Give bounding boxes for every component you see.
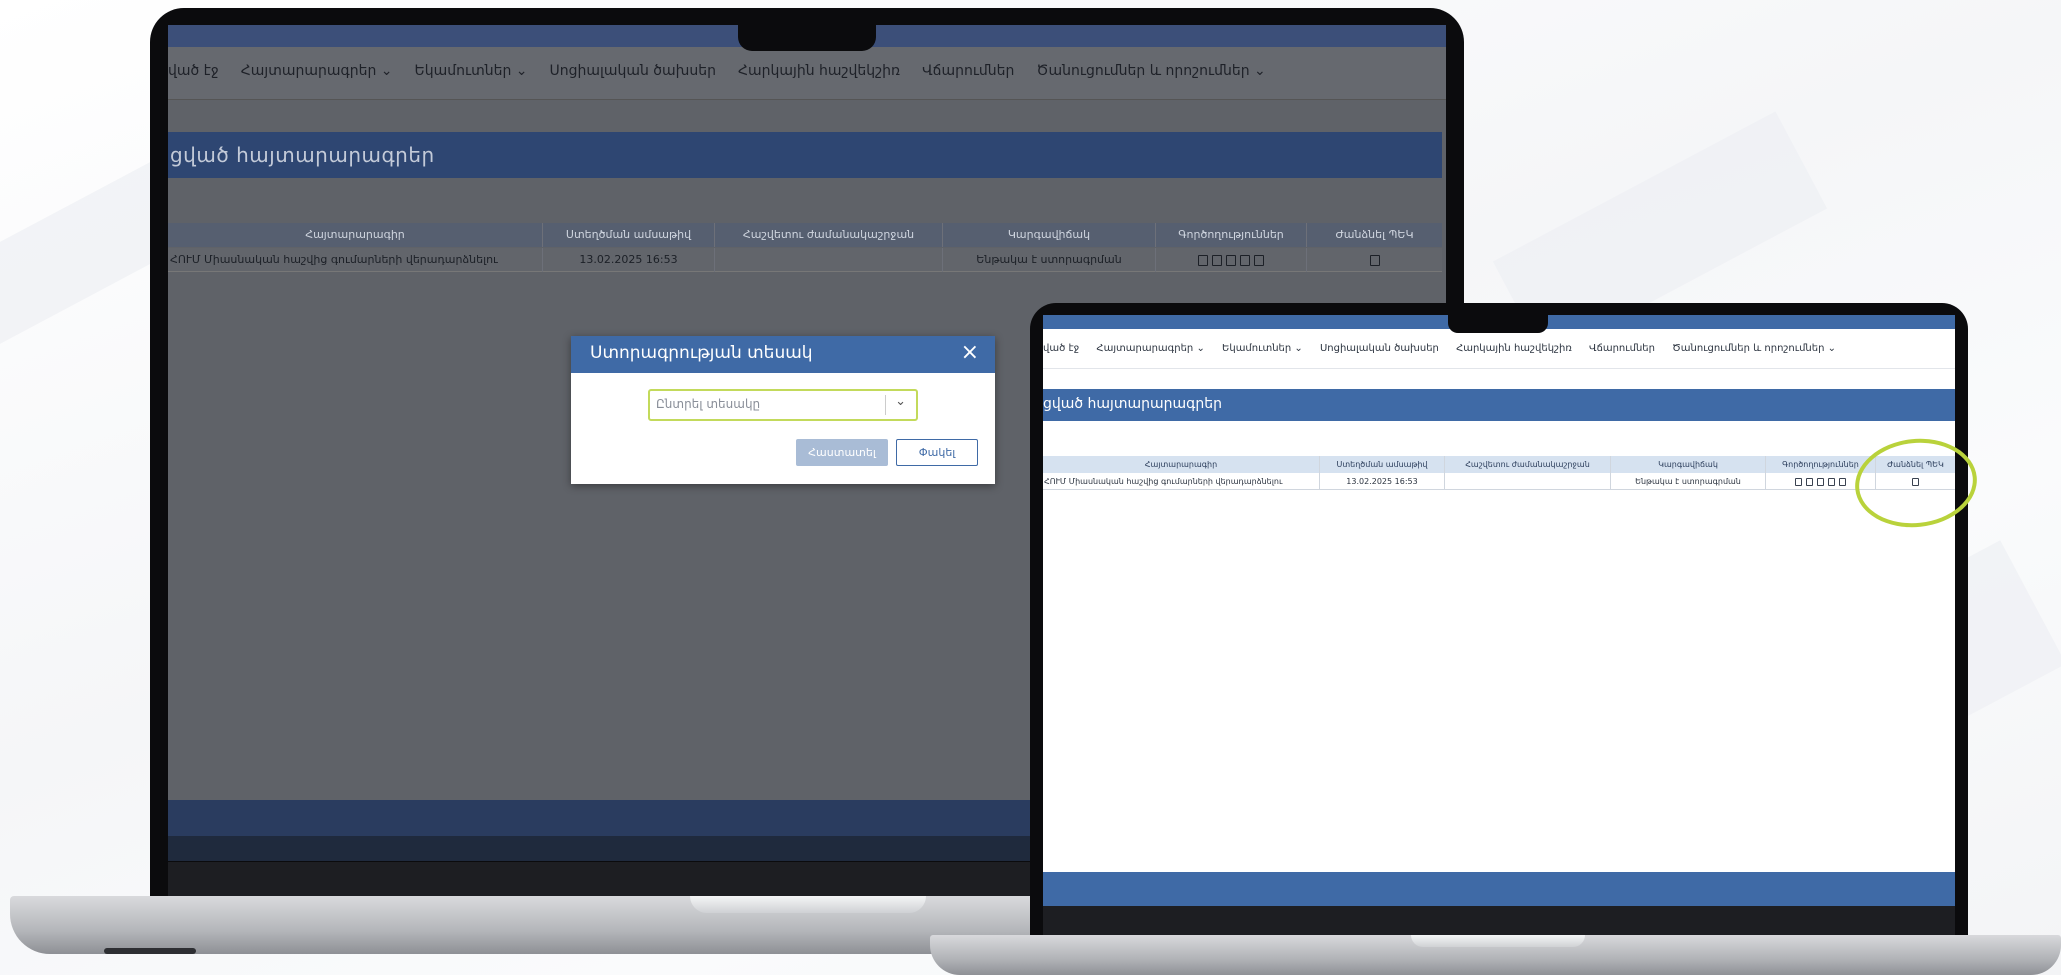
menu-item-home[interactable]: ված էջ: [168, 63, 219, 79]
col-created: Ստեղծման ամսաթիվ: [543, 223, 715, 247]
col-declaration: Հայտարարագիր: [168, 223, 543, 247]
signature-type-select[interactable]: Ընտրել տեսակը ⌄: [648, 389, 918, 421]
select-separator: [885, 395, 886, 415]
laptop-large-foot: [104, 948, 196, 954]
col-created: Ստեղծման ամսաթիվ: [1320, 456, 1445, 473]
chevron-down-icon: ⌄: [1196, 343, 1205, 354]
col-status: Կարգավիճակ: [943, 223, 1156, 247]
menu-item-payments[interactable]: Վճարումներ: [922, 63, 1014, 79]
menu-item-notifications[interactable]: Ծանուցումներ և որոշումներ ⌄: [1672, 343, 1836, 354]
modal-title: Ստորագրության տեսակ: [590, 343, 813, 363]
copy-icon[interactable]: [1839, 477, 1846, 486]
table-row[interactable]: ՀՈՒՄ Միասնական հաշվից գումարների վերադար…: [168, 248, 1442, 272]
chevron-down-icon: ⌄: [1254, 63, 1266, 79]
menu-item-home[interactable]: ված էջ: [1043, 343, 1079, 354]
col-declaration: Հայտարարագիր: [1043, 456, 1320, 473]
menu-item-income[interactable]: Եկամուտներ ⌄: [415, 63, 528, 79]
chevron-down-icon: ⌄: [1294, 343, 1303, 354]
chevron-down-icon: ⌄: [515, 63, 528, 79]
cell-created: 13.02.2025 16:53: [1320, 473, 1445, 490]
menu-item-declarations[interactable]: Հայտարարագրեր ⌄: [1096, 343, 1204, 354]
chevron-down-icon[interactable]: ⌄: [895, 394, 906, 409]
sign-icon[interactable]: [1240, 254, 1250, 266]
signature-type-modal: Ստորագրության տեսակ × Ընտրել տեսակը ⌄ Հա…: [571, 336, 995, 484]
cell-submit: [1307, 248, 1442, 272]
cell-status: Ենթակա է ստորագրման: [1611, 473, 1766, 490]
pdf-icon[interactable]: [1817, 477, 1824, 486]
col-actions: Գործողություններ: [1156, 223, 1307, 247]
cell-period: [715, 248, 943, 272]
menu-item-social-expenses[interactable]: Սոցիալական ծախսեր: [550, 63, 716, 79]
sign-icon[interactable]: [1828, 477, 1835, 486]
modal-header: Ստորագրության տեսակ ×: [571, 336, 995, 373]
pdf-icon[interactable]: [1226, 254, 1236, 266]
submit-document-icon[interactable]: [1369, 254, 1380, 266]
trash-icon[interactable]: [1212, 254, 1222, 266]
laptop-small-hinge: [1411, 935, 1585, 947]
table-header: Հայտարարագիր Ստեղծման ամսաթիվ Հաշվետու ժ…: [168, 223, 1442, 247]
screen-bottom-bezel: [1043, 906, 1955, 935]
table-row[interactable]: ՀՈՒՄ Միասնական հաշվից գումարների վերադար…: [1043, 473, 1955, 490]
menu-row: ված էջ Հայտարարագրեր ⌄ Եկամուտներ ⌄ Սոցի…: [168, 63, 1288, 79]
copy-icon[interactable]: [1254, 254, 1264, 266]
chevron-down-icon: ⌄: [1827, 343, 1837, 354]
col-period: Հաշվետու ժամանակաշրջան: [1445, 456, 1611, 473]
menu-item-social-expenses[interactable]: Սոցիալական ծախսեր: [1320, 343, 1439, 354]
menu-item-income[interactable]: Եկամուտներ ⌄: [1222, 343, 1303, 354]
page-title: ցված հայտարարագրեր: [168, 132, 1442, 178]
cell-declaration: ՀՈՒՄ Միասնական հաշվից գումարների վերադար…: [168, 248, 543, 272]
edit-icon[interactable]: [1198, 254, 1208, 266]
cancel-button[interactable]: Փակել: [896, 439, 978, 466]
cell-declaration: ՀՈՒՄ Միասնական հաշվից գումարների վերադար…: [1043, 473, 1320, 490]
trash-icon[interactable]: [1806, 477, 1813, 486]
confirm-button[interactable]: Հաստատել: [796, 439, 888, 466]
menu-row: ված էջ Հայտարարագրեր ⌄ Եկամուտներ ⌄ Սոցի…: [1043, 343, 1850, 354]
edit-icon[interactable]: [1795, 477, 1802, 486]
table-header: Հայտարարագիր Ստեղծման ամսաթիվ Հաշվետու ժ…: [1043, 456, 1955, 473]
menu-item-notifications[interactable]: Ծանուցումներ և որոշումներ ⌄: [1036, 63, 1265, 79]
close-icon[interactable]: ×: [961, 340, 979, 366]
col-status: Կարգավիճակ: [1611, 456, 1766, 473]
camera-notch: [1448, 315, 1548, 333]
cell-created: 13.02.2025 16:53: [543, 248, 715, 272]
camera-notch: [738, 25, 876, 51]
cell-status: Ենթակա է ստորագրման: [943, 248, 1156, 272]
cell-period: [1445, 473, 1611, 490]
menu-item-declarations[interactable]: Հայտարարագրեր ⌄: [241, 63, 393, 79]
select-placeholder: Ընտրել տեսակը: [656, 397, 761, 411]
chevron-down-icon: ⌄: [380, 63, 393, 79]
col-submit: Ժանձնել ՊԵԿ: [1335, 228, 1414, 241]
page-title: ցված հայտարարագրեր: [1043, 389, 1955, 421]
menu-item-payments[interactable]: Վճարումներ: [1589, 343, 1655, 354]
menu-item-tax-balance[interactable]: Հարկային հաշվեկշիռ: [1456, 343, 1572, 354]
cell-actions: [1156, 248, 1307, 272]
laptop-large-hinge: [690, 896, 926, 913]
laptop-small-screen: ված էջ Հայտարարագրեր ⌄ Եկամուտներ ⌄ Սոցի…: [1043, 315, 1955, 906]
footer: [1043, 872, 1955, 906]
col-period: Հաշվետու ժամանակաշրջան: [715, 223, 943, 247]
menu-item-tax-balance[interactable]: Հարկային հաշվեկշիռ: [738, 63, 900, 79]
